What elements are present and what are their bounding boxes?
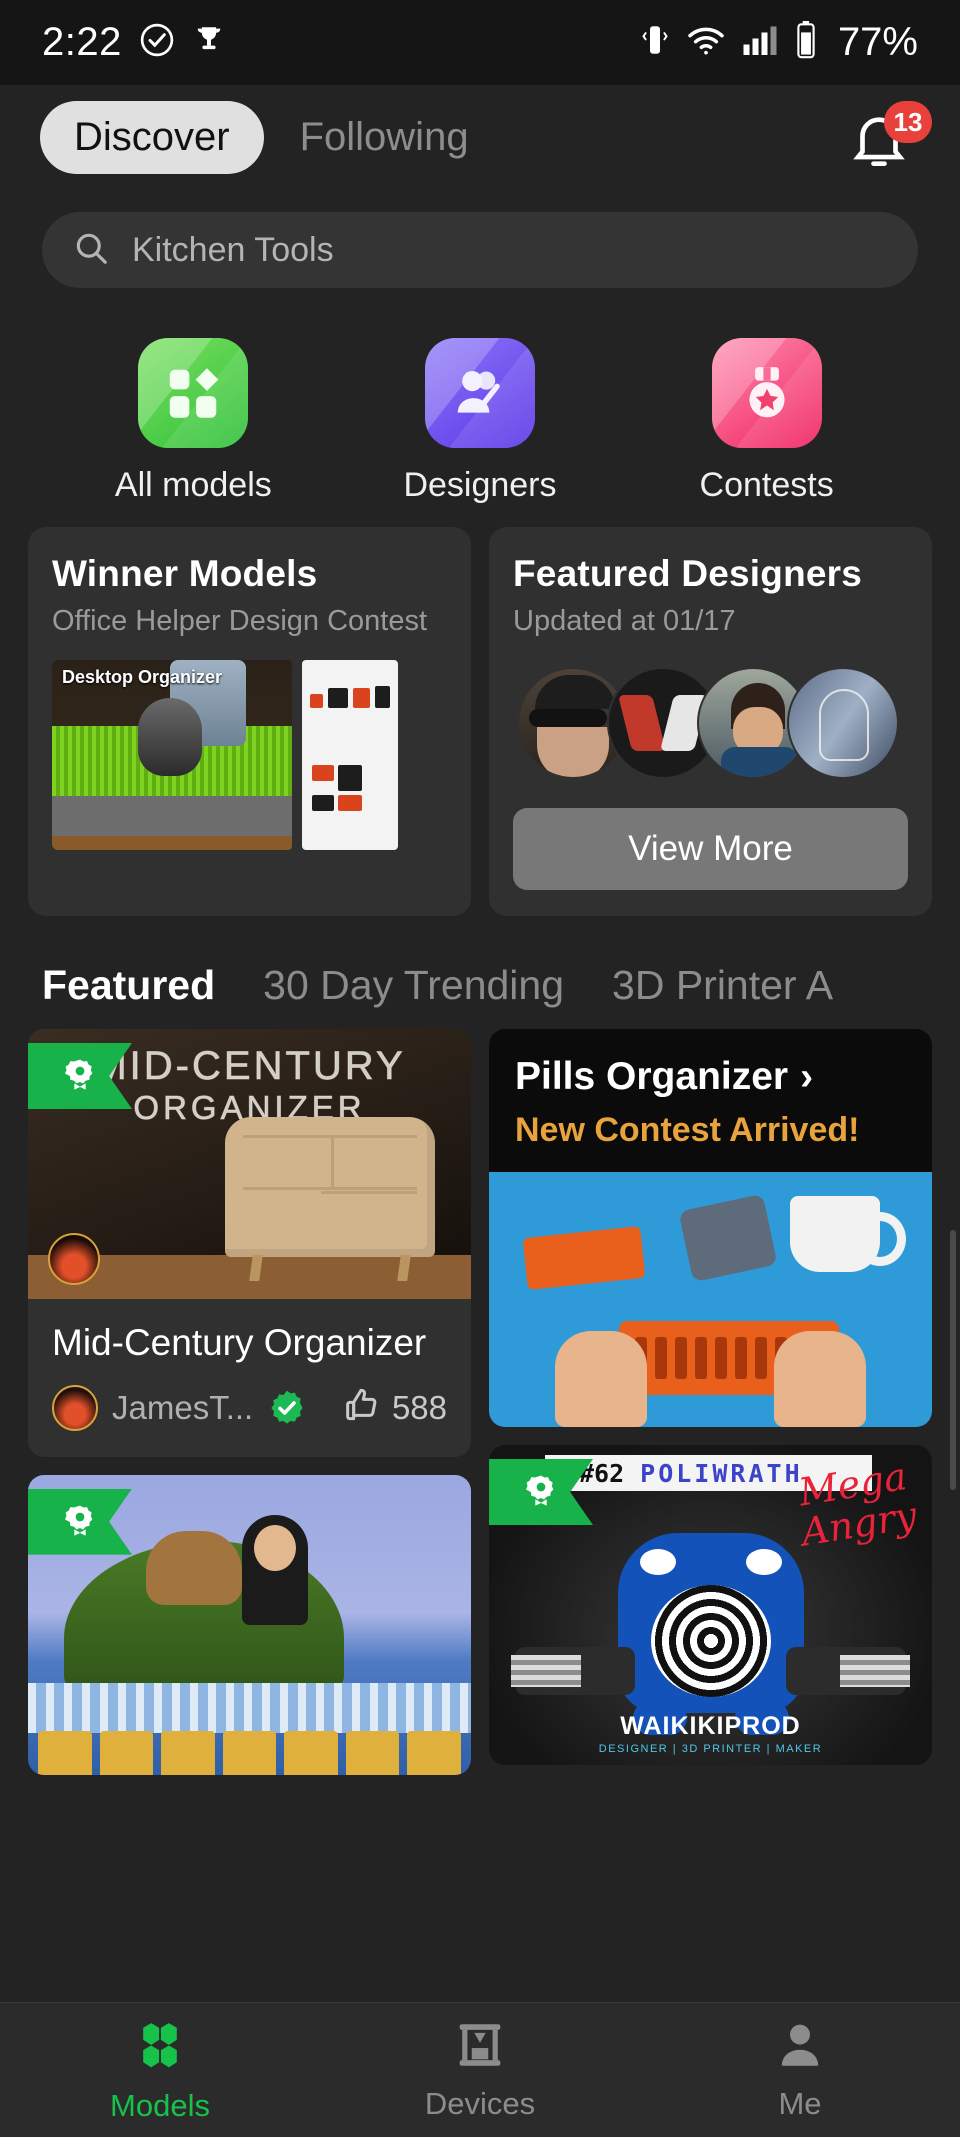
category-label: Designers	[403, 466, 557, 504]
model-card-island[interactable]	[28, 1474, 471, 1775]
winner-models-thumbnails: Desktop Organizer	[52, 660, 447, 850]
status-time: 2:22	[42, 20, 122, 64]
mega-angry-script: Mega Angry	[793, 1454, 920, 1554]
model-feed: MID-CENTURY ORGANIZER Mid-Century Organi…	[0, 1009, 960, 1775]
contest-subtitle: New Contest Arrived!	[515, 1111, 860, 1149]
designers-people-icon	[424, 338, 535, 448]
featured-designers-subtitle: Updated at 01/17	[513, 605, 736, 637]
brand-subtitle: DESIGNER | 3D PRINTER | MAKER	[598, 1743, 823, 1755]
app-screen: 2:22 77% Discover Following 13 Kitchen T…	[0, 0, 960, 2137]
models-cube-icon	[132, 2017, 188, 2078]
verified-icon	[267, 1388, 307, 1428]
featured-designers-title: Featured Designers	[513, 553, 863, 594]
like-count: 588	[391, 1388, 447, 1426]
bottom-nav-models[interactable]: Models	[0, 2017, 320, 2124]
status-bar: 2:22 77%	[0, 0, 960, 85]
status-bar-right: 77%	[640, 20, 918, 65]
poliwrath-name: POLIWRATH	[640, 1458, 803, 1488]
brand-name: WAIKIKIPROD	[620, 1712, 801, 1740]
category-all-models[interactable]: All models	[93, 338, 293, 505]
bottom-nav-devices[interactable]: Devices	[320, 2019, 640, 2122]
battery-percent: 77%	[837, 20, 918, 64]
category-contests[interactable]: Contests	[667, 338, 867, 505]
featured-designers-card[interactable]: Featured Designers Updated at 01/17 View…	[489, 527, 932, 916]
bottom-nav-label: Devices	[424, 2085, 536, 2121]
cellular-signal-icon	[742, 23, 778, 62]
avatar[interactable]	[787, 667, 899, 779]
thumbnail-caption: Desktop Organizer	[62, 667, 223, 687]
scrollbar[interactable]	[950, 1230, 956, 1490]
search-icon	[72, 229, 110, 272]
winner-thumbnail-modular-boxes[interactable]	[302, 660, 398, 850]
bottom-nav-label: Models	[110, 2087, 210, 2123]
category-shortcuts: All models Designers Contests	[0, 338, 960, 505]
medal-star-icon	[711, 338, 822, 448]
section-tabs: Featured 30 Day Trending 3D Printer A	[0, 916, 960, 1009]
model-thumbnail[interactable]: MID-CENTURY ORGANIZER	[28, 1029, 471, 1299]
model-card-mid-century-organizer[interactable]: MID-CENTURY ORGANIZER Mid-Century Organi…	[28, 1029, 471, 1457]
model-thumbnail[interactable]: #62 POLIWRATH Mega Angry WAIKIKIPROD DES…	[489, 1445, 932, 1765]
thumbs-up-icon[interactable]	[342, 1385, 382, 1430]
view-more-button[interactable]: View More	[513, 808, 908, 890]
battery-icon	[794, 21, 818, 64]
chevron-right-icon: ›	[800, 1055, 814, 1098]
wifi-icon	[686, 23, 726, 62]
poliwrath-brand: WAIKIKIPROD DESIGNER | 3D PRINTER | MAKE…	[489, 1712, 932, 1755]
author-avatar[interactable]	[48, 1233, 100, 1285]
check-circle-icon	[138, 21, 176, 64]
person-icon	[774, 2019, 826, 2076]
search-input[interactable]: Kitchen Tools	[42, 212, 918, 288]
winner-thumbnail-desktop-organizer[interactable]: Desktop Organizer	[52, 660, 292, 850]
winner-models-card[interactable]: Winner Models Office Helper Design Conte…	[28, 527, 471, 916]
category-label: Contests	[699, 466, 834, 504]
category-designers[interactable]: Designers	[380, 338, 580, 505]
tab-featured[interactable]: Featured	[42, 962, 215, 1009]
feed-column-left: MID-CENTURY ORGANIZER Mid-Century Organi…	[28, 1029, 471, 1775]
like-group[interactable]: 588	[342, 1385, 447, 1430]
shapes-grid-icon	[138, 338, 249, 448]
tab-3d-printer[interactable]: 3D Printer A	[612, 962, 833, 1009]
contest-title: Pills Organizer	[515, 1055, 789, 1098]
model-thumbnail[interactable]	[28, 1474, 471, 1775]
contest-card-pills-organizer[interactable]: Pills Organizer › New Contest Arrived!	[489, 1029, 932, 1427]
model-title: Mid-Century Organizer	[52, 1322, 427, 1363]
model-meta: JamesT... 588	[52, 1384, 447, 1431]
author-name[interactable]: JamesT...	[112, 1389, 253, 1427]
tab-discover[interactable]: Discover	[40, 101, 264, 174]
notifications-button[interactable]: 13	[846, 101, 932, 181]
contest-thumbnail[interactable]	[489, 1172, 932, 1427]
status-bar-left: 2:22	[42, 20, 226, 65]
winner-models-subtitle: Office Helper Design Contest	[52, 605, 428, 637]
notification-badge: 13	[884, 101, 932, 143]
promo-row: Winner Models Office Helper Design Conte…	[0, 505, 960, 916]
designer-avatar-stack	[513, 664, 908, 782]
award-ribbon-icon	[28, 1488, 132, 1555]
search-placeholder: Kitchen Tools	[132, 230, 334, 269]
bottom-nav-me[interactable]: Me	[640, 2019, 960, 2122]
award-ribbon-icon	[489, 1459, 593, 1525]
winner-models-title: Winner Models	[52, 553, 318, 594]
model-card-poliwrath[interactable]: #62 POLIWRATH Mega Angry WAIKIKIPROD DES…	[489, 1445, 932, 1765]
author-avatar[interactable]	[52, 1384, 98, 1431]
bottom-nav: Models Devices Me	[0, 2002, 960, 2137]
tab-following[interactable]: Following	[290, 101, 479, 174]
category-label: All models	[114, 466, 272, 504]
tab-30-day-trending[interactable]: 30 Day Trending	[263, 962, 564, 1009]
contest-title-row: Pills Organizer ›	[515, 1055, 906, 1099]
printer-icon	[454, 2019, 506, 2076]
vibrate-icon	[640, 21, 670, 64]
bottom-nav-label: Me	[778, 2085, 822, 2121]
contest-header: Pills Organizer › New Contest Arrived!	[489, 1029, 932, 1172]
model-card-body: Mid-Century Organizer JamesT... 588	[28, 1299, 471, 1457]
top-nav: Discover Following 13	[0, 85, 960, 190]
trophy-icon	[192, 22, 226, 63]
bell-icon	[846, 117, 912, 177]
feed-column-right: Pills Organizer › New Contest Arrived! #…	[489, 1029, 932, 1775]
